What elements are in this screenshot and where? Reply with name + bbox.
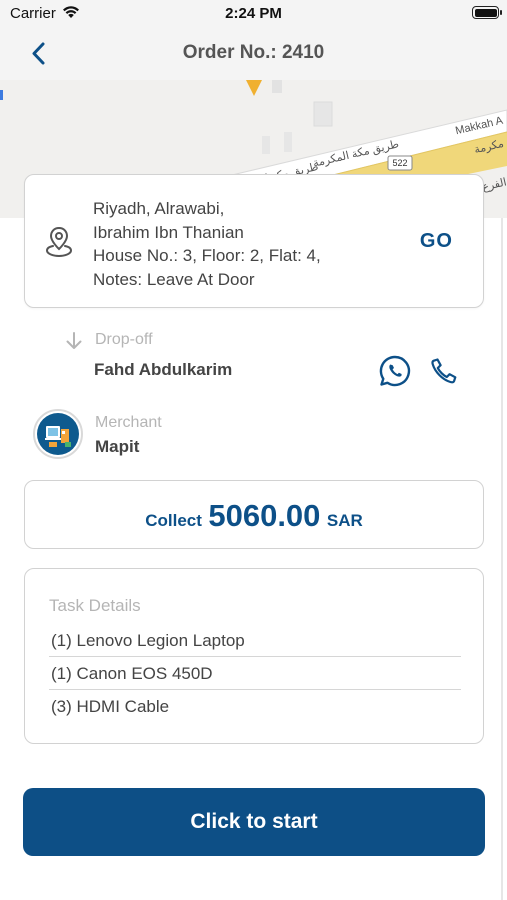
status-bar: Carrier 2:24 PM [0, 0, 507, 28]
currency-label: SAR [326, 511, 363, 530]
clock: 2:24 PM [225, 5, 282, 22]
recipient-name: Fahd Abdulkarim [94, 360, 233, 379]
dropoff-label: Drop-off [95, 331, 153, 348]
battery-icon [472, 6, 502, 19]
arrow-down-icon [64, 331, 84, 356]
collect-amount: 5060.00 [208, 498, 321, 533]
location-pin-icon [45, 225, 73, 264]
address-card: Riyadh, Alrawabi, Ibrahim Ibn Thanian Ho… [24, 174, 484, 308]
phone-icon[interactable] [429, 356, 459, 391]
merchant-logo [33, 409, 83, 459]
address-line: Notes: Leave At Door [93, 269, 255, 289]
task-details-card: Task Details (1) Lenovo Legion Laptop (1… [24, 568, 484, 744]
merchant-name: Mapit [95, 437, 140, 456]
address-line: Riyadh, Alrawabi, [93, 199, 225, 218]
navigation-bar: Order No.: 2410 [0, 28, 507, 80]
address-line: Ibrahim Ibn Thanian [93, 222, 244, 242]
task-item: (1) Canon EOS 450D [49, 657, 461, 690]
address-line: House No.: 3, Floor: 2, Flat: 4, [93, 246, 321, 265]
task-item: (3) HDMI Cable [51, 697, 170, 716]
page-title: Order No.: 2410 [182, 42, 325, 63]
whatsapp-icon[interactable] [378, 354, 412, 393]
route-badge: 522 [392, 158, 408, 168]
delivery-address: Riyadh, Alrawabi, Ibrahim Ibn Thanian Ho… [93, 197, 383, 291]
collect-amount-card: Collect 5060.00 SAR [24, 480, 484, 549]
task-item: (1) Lenovo Legion Laptop [49, 624, 461, 657]
collect-row: Collect 5060.00 SAR [25, 498, 483, 534]
start-button[interactable]: Click to start [23, 788, 485, 856]
task-details-heading: Task Details [49, 596, 141, 615]
go-button[interactable]: GO [420, 230, 453, 253]
scroll-track [501, 218, 503, 900]
collect-label: Collect [145, 511, 202, 530]
merchant-label: Merchant [95, 414, 162, 431]
